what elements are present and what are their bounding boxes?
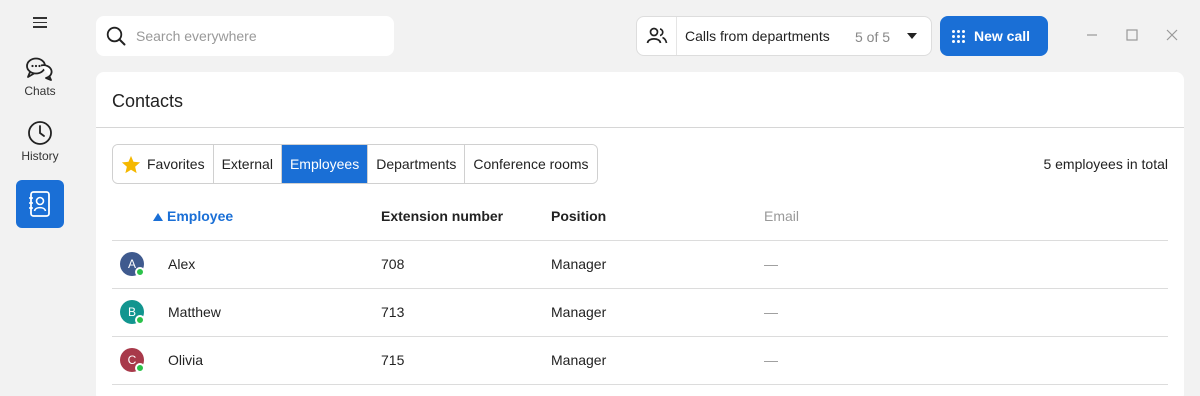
extension-number: 715 [381,352,405,368]
tab-conference-rooms[interactable]: Conference rooms [465,145,597,183]
new-call-button[interactable]: New call [940,16,1048,56]
minimize-icon[interactable] [1085,28,1099,42]
tab-employees-label: Employees [289,156,360,172]
position: Manager [551,256,607,272]
employees-total: 5 employees in total [1043,156,1168,172]
search-icon [106,26,126,46]
column-header-employee[interactable]: Employee [153,208,233,224]
tab-conference-rooms-label: Conference rooms [473,156,589,172]
clock-icon [28,121,52,145]
hamburger-menu-icon[interactable] [33,17,47,29]
star-icon [121,155,141,173]
people-icon [646,27,667,44]
dialpad-icon [952,29,965,43]
maximize-icon[interactable] [1125,28,1139,42]
column-header-email[interactable]: Email [764,208,799,224]
email: — [764,304,778,320]
dept-selector[interactable]: Calls from departments 5 of 5 [636,16,932,56]
nav-chats-label: Chats [24,84,56,98]
online-status-dot [135,315,145,325]
sort-ascending-icon [153,213,163,221]
search-input[interactable] [136,28,376,44]
nav-history-label: History [21,149,59,163]
search-box[interactable] [96,16,394,56]
contacts-panel: Contacts Favorites External Employees De… [96,72,1184,396]
tab-favorites[interactable]: Favorites [113,145,214,183]
column-header-extension[interactable]: Extension number [381,208,503,224]
table-row[interactable]: A Alex 708 Manager — [112,240,1168,288]
contacts-book-icon [29,191,50,217]
nav-history[interactable]: History [0,119,80,163]
employee-name: Alex [168,256,196,272]
employee-name: Matthew [168,304,221,320]
table-row[interactable]: C Olivia 715 Manager — [112,336,1168,384]
tab-departments[interactable]: Departments [368,145,466,183]
extension-number: 708 [381,256,405,272]
chat-bubbles-icon [26,57,53,81]
tab-external[interactable]: External [213,145,282,183]
email: — [764,352,778,368]
online-status-dot [135,267,145,277]
table-row[interactable]: B Matthew 713 Manager — [112,288,1168,336]
tab-departments-label: Departments [376,156,457,172]
contact-tabs: Favorites External Employees Departments… [112,144,598,184]
nav-rail: Chats History [0,0,80,396]
column-header-employee-label: Employee [167,208,234,224]
nav-chats[interactable]: Chats [0,56,80,98]
dept-selector-label: Calls from departments [685,28,830,44]
position: Manager [551,352,607,368]
employee-name: Olivia [168,352,204,368]
column-header-position[interactable]: Position [551,208,606,224]
extension-number: 713 [381,304,405,320]
dept-selector-count: 5 of 5 [855,29,891,45]
tab-employees[interactable]: Employees [281,145,369,183]
email: — [764,256,778,272]
page-title: Contacts [112,91,184,111]
new-call-label: New call [974,28,1031,44]
online-status-dot [135,363,145,373]
tab-favorites-label: Favorites [147,156,205,172]
divider [96,127,1184,128]
position: Manager [551,304,607,320]
tab-external-label: External [221,156,273,172]
chevron-down-icon [907,33,917,39]
table-divider [112,384,1168,385]
close-icon[interactable] [1165,28,1179,42]
nav-contacts[interactable] [16,180,64,228]
